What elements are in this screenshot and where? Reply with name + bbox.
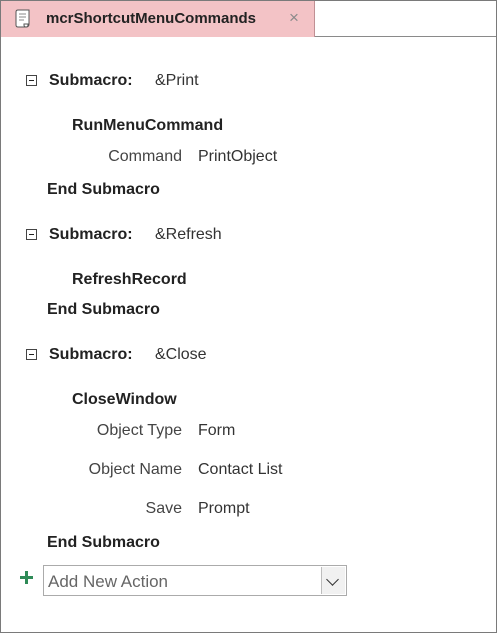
- end-submacro-refresh: End Submacro: [47, 301, 160, 318]
- argument-label-command: Command: [108, 148, 182, 165]
- argument-value-command[interactable]: PrintObject: [198, 148, 277, 166]
- macro-designer-window: mcrShortcutMenuCommands × Submacro: &Pri…: [0, 0, 497, 633]
- action-run-menu-command[interactable]: RunMenuCommand: [72, 117, 223, 135]
- end-submacro-print: End Submacro: [47, 181, 160, 198]
- document-tab-strip: mcrShortcutMenuCommands ×: [1, 1, 496, 37]
- document-tab[interactable]: mcrShortcutMenuCommands ×: [1, 1, 315, 37]
- submacro-name-refresh[interactable]: &Refresh: [155, 226, 222, 244]
- submacro-keyword: Submacro:: [49, 346, 133, 363]
- argument-value-save[interactable]: Prompt: [198, 500, 250, 518]
- action-refresh-record[interactable]: RefreshRecord: [72, 271, 187, 289]
- collapse-submacro-print-icon[interactable]: [26, 75, 37, 86]
- tab-strip-divider: [315, 36, 496, 37]
- argument-value-object-type[interactable]: Form: [198, 422, 235, 440]
- add-new-action-select[interactable]: Add New Action: [43, 565, 347, 596]
- argument-label-object-type: Object Type: [96, 422, 182, 439]
- submacro-name-close[interactable]: &Close: [155, 346, 207, 364]
- collapse-submacro-refresh-icon[interactable]: [26, 229, 37, 240]
- plus-icon[interactable]: [20, 571, 33, 584]
- chevron-down-icon: [326, 573, 339, 586]
- macro-scroll-icon: [15, 9, 30, 28]
- end-submacro-close: End Submacro: [47, 534, 160, 551]
- submacro-name-print[interactable]: &Print: [155, 72, 199, 90]
- submacro-keyword: Submacro:: [49, 72, 133, 89]
- submacro-keyword: Submacro:: [49, 226, 133, 243]
- argument-label-object-name: Object Name: [88, 461, 182, 478]
- tab-title: mcrShortcutMenuCommands: [46, 10, 257, 27]
- argument-value-object-name[interactable]: Contact List: [198, 461, 282, 479]
- action-close-window[interactable]: CloseWindow: [72, 391, 177, 409]
- argument-label-save: Save: [145, 500, 182, 517]
- close-icon[interactable]: ×: [289, 8, 299, 28]
- dropdown-button[interactable]: [321, 567, 345, 594]
- add-new-action-value: Add New Action: [48, 572, 169, 591]
- collapse-submacro-close-icon[interactable]: [26, 349, 37, 360]
